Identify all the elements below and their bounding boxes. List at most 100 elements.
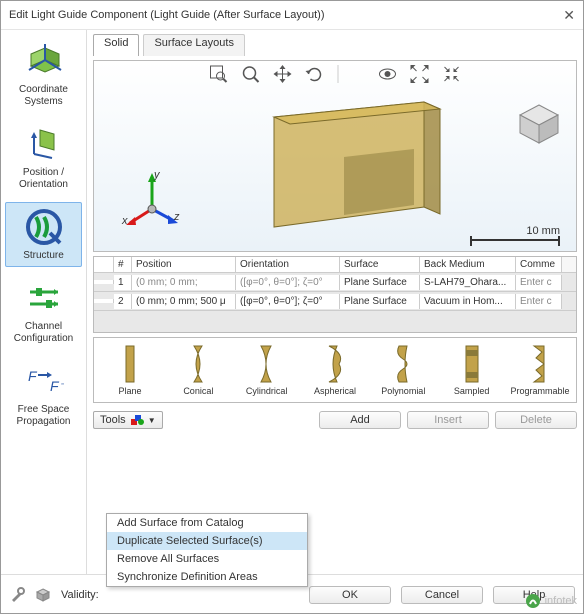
cell-back-medium[interactable]: Vacuum in Hom... bbox=[420, 294, 516, 309]
menu-item-duplicate-selected-surfaces[interactable]: Duplicate Selected Surface(s) bbox=[107, 532, 307, 550]
row-selector[interactable] bbox=[94, 280, 114, 284]
polynomial-icon bbox=[393, 344, 413, 384]
cell-orientation[interactable]: ([φ=0°, θ=0°]; ζ=0° bbox=[236, 294, 340, 309]
svg-text:F: F bbox=[28, 368, 38, 384]
shape-conical[interactable]: Conical bbox=[166, 344, 230, 396]
tools-dropdown-button[interactable]: Tools ▼ bbox=[93, 411, 163, 429]
rotate-icon[interactable] bbox=[306, 65, 324, 83]
cube-icon[interactable] bbox=[35, 587, 51, 603]
delete-button[interactable]: Delete bbox=[495, 411, 577, 429]
menu-item-remove-all-surfaces[interactable]: Remove All Surfaces bbox=[107, 550, 307, 568]
axis-y-label: y bbox=[154, 169, 160, 181]
coordinate-systems-icon bbox=[24, 41, 64, 81]
sidebar-item-structure[interactable]: Structure bbox=[5, 202, 82, 267]
viewport-toolbar bbox=[210, 65, 461, 83]
sidebar-item-coordinate-systems[interactable]: Coordinate Systems bbox=[5, 36, 82, 113]
collapse-icon[interactable] bbox=[443, 65, 461, 83]
row-selector-header bbox=[94, 257, 114, 272]
cell-surface[interactable]: Plane Surface bbox=[340, 294, 420, 309]
col-orientation[interactable]: Orientation bbox=[236, 257, 340, 272]
viewport-3d[interactable]: y x z 10 mm bbox=[93, 60, 577, 252]
zoom-window-icon[interactable] bbox=[210, 65, 228, 83]
insert-button[interactable]: Insert bbox=[407, 411, 489, 429]
zoom-icon[interactable] bbox=[242, 65, 260, 83]
pan-icon[interactable] bbox=[274, 65, 292, 83]
cell-position[interactable]: (0 mm; 0 mm; 500 μ bbox=[132, 294, 236, 309]
sidebar-item-label: Structure bbox=[23, 250, 64, 262]
sidebar: Coordinate Systems Position / Orientatio… bbox=[1, 30, 87, 574]
model-object bbox=[254, 97, 454, 250]
programmable-icon bbox=[530, 344, 550, 384]
table-row[interactable]: 2 (0 mm; 0 mm; 500 μ ([φ=0°, θ=0°]; ζ=0°… bbox=[94, 292, 576, 311]
shape-label: Conical bbox=[183, 386, 213, 396]
shape-label: Sampled bbox=[454, 386, 490, 396]
sampled-icon bbox=[462, 344, 482, 384]
sidebar-item-position-orientation[interactable]: Position / Orientation bbox=[5, 119, 82, 196]
scale-label: 10 mm bbox=[526, 225, 560, 237]
sidebar-item-channel-configuration[interactable]: Channel Configuration bbox=[5, 273, 82, 350]
tab-surface-layouts[interactable]: Surface Layouts bbox=[143, 34, 245, 56]
sidebar-item-free-space-propagation[interactable]: F F⁻¹ Free Space Propagation bbox=[5, 356, 82, 433]
structure-icon bbox=[24, 207, 64, 247]
shape-label: Polynomial bbox=[381, 386, 425, 396]
aspherical-icon bbox=[325, 344, 345, 384]
add-button[interactable]: Add bbox=[319, 411, 401, 429]
watermark-text: infotek bbox=[545, 595, 577, 607]
view-mode-icon[interactable] bbox=[379, 65, 397, 83]
sidebar-item-label: Position / Orientation bbox=[8, 167, 79, 191]
menu-item-add-surface-from-catalog[interactable]: Add Surface from Catalog bbox=[107, 514, 307, 532]
tools-menu: Add Surface from Catalog Duplicate Selec… bbox=[106, 513, 308, 587]
axis-x-label: x bbox=[122, 215, 128, 227]
position-orientation-icon bbox=[24, 124, 64, 164]
cancel-button[interactable]: Cancel bbox=[401, 586, 483, 604]
tools-label: Tools bbox=[100, 414, 126, 426]
scale-bar: 10 mm bbox=[470, 225, 560, 241]
navigation-cube[interactable] bbox=[516, 101, 562, 147]
cell-back-medium[interactable]: S-LAH79_Ohara... bbox=[420, 275, 516, 290]
cell-comment[interactable]: Enter c bbox=[516, 294, 562, 309]
col-comment[interactable]: Comme bbox=[516, 257, 562, 272]
row-selector[interactable] bbox=[94, 299, 114, 303]
axes-triad: y x z bbox=[124, 171, 184, 231]
col-back-medium[interactable]: Back Medium bbox=[420, 257, 516, 272]
fullscreen-icon[interactable] bbox=[411, 65, 429, 83]
shape-label: Programmable bbox=[510, 386, 569, 396]
cylindrical-icon bbox=[257, 344, 277, 384]
cell-position[interactable]: (0 mm; 0 mm; bbox=[132, 275, 236, 290]
cell-orientation[interactable]: ([φ=0°, θ=0°]; ζ=0° bbox=[236, 275, 340, 290]
tab-solid[interactable]: Solid bbox=[93, 34, 139, 56]
shape-programmable[interactable]: Programmable bbox=[508, 344, 572, 396]
channel-configuration-icon bbox=[24, 278, 64, 318]
ok-button[interactable]: OK bbox=[309, 586, 391, 604]
sidebar-item-label: Free Space Propagation bbox=[8, 404, 79, 428]
shape-polynomial[interactable]: Polynomial bbox=[371, 344, 435, 396]
shape-cylindrical[interactable]: Cylindrical bbox=[235, 344, 299, 396]
menu-item-synchronize-definition-areas[interactable]: Synchronize Definition Areas bbox=[107, 568, 307, 586]
shape-sampled[interactable]: Sampled bbox=[440, 344, 504, 396]
surfaces-table: # Position Orientation Surface Back Medi… bbox=[93, 256, 577, 333]
shape-plane[interactable]: Plane bbox=[98, 344, 162, 396]
window-title: Edit Light Guide Component (Light Guide … bbox=[9, 9, 563, 21]
sidebar-item-label: Channel Configuration bbox=[8, 321, 79, 345]
free-space-propagation-icon: F F⁻¹ bbox=[24, 361, 64, 401]
col-surface[interactable]: Surface bbox=[340, 257, 420, 272]
shape-label: Aspherical bbox=[314, 386, 356, 396]
col-position[interactable]: Position bbox=[132, 257, 236, 272]
shape-label: Plane bbox=[118, 386, 141, 396]
tool-icon[interactable] bbox=[9, 587, 25, 603]
title-bar: Edit Light Guide Component (Light Guide … bbox=[1, 1, 583, 30]
table-row[interactable]: 1 (0 mm; 0 mm; ([φ=0°, θ=0°]; ζ=0° Plane… bbox=[94, 273, 576, 292]
watermark: infotek bbox=[525, 593, 577, 609]
surface-shape-palette: Plane Conical Cylindrical Aspherical Pol… bbox=[93, 337, 577, 403]
shape-label: Cylindrical bbox=[246, 386, 288, 396]
cell-index: 2 bbox=[114, 294, 132, 309]
tab-strip: Solid Surface Layouts bbox=[93, 34, 577, 56]
close-icon[interactable]: ✕ bbox=[563, 7, 575, 24]
cell-comment[interactable]: Enter c bbox=[516, 275, 562, 290]
svg-text:F⁻¹: F⁻¹ bbox=[50, 378, 64, 394]
col-index[interactable]: # bbox=[114, 257, 132, 272]
cell-surface[interactable]: Plane Surface bbox=[340, 275, 420, 290]
shape-aspherical[interactable]: Aspherical bbox=[303, 344, 367, 396]
sidebar-item-label: Coordinate Systems bbox=[8, 84, 79, 108]
tools-icon bbox=[130, 413, 144, 427]
